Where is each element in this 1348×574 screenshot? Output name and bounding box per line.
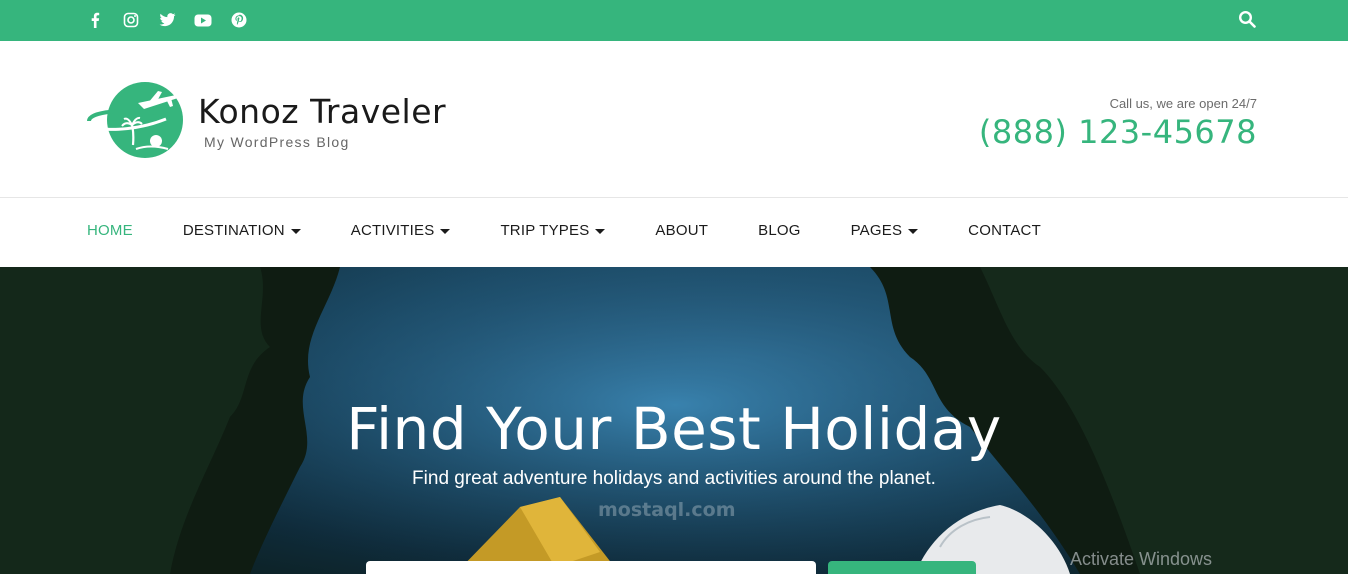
top-bar (0, 0, 1348, 41)
nav-list: HOME DESTINATION ACTIVITIES TRIP TYPES ABOUT… (87, 222, 1091, 239)
nav-item-activities[interactable]: ACTIVITIES (351, 222, 451, 239)
header-contact: Call us, we are open 24/7 (888) 123-4567… (979, 96, 1257, 151)
nav-item-label: ABOUT (655, 222, 709, 239)
main-nav: HOME DESTINATION ACTIVITIES TRIP TYPES ABOUT… (0, 198, 1348, 267)
call-text: Call us, we are open 24/7 (1109, 96, 1257, 111)
nav-item-about[interactable]: ABOUT (655, 222, 708, 239)
nav-item-label: PAGES (850, 222, 903, 239)
hero-subtitle: Find great adventure holidays and activi… (412, 468, 936, 489)
youtube-icon[interactable] (192, 10, 214, 30)
nav-item-trip-types[interactable]: TRIP TYPES (500, 222, 606, 239)
nav-item-destination[interactable]: DESTINATION (183, 222, 301, 239)
hero-title: Find Your Best Holiday (346, 395, 1002, 463)
caret-down-icon (440, 229, 451, 234)
site-tagline: My WordPress Blog (204, 134, 350, 150)
nav-item-home[interactable]: HOME (87, 222, 133, 239)
site-title[interactable]: Konoz Traveler (198, 93, 446, 131)
nav-item-label: CONTACT (968, 222, 1041, 239)
caret-down-icon (595, 229, 606, 234)
caret-down-icon (290, 229, 301, 234)
nav-item-blog[interactable]: BLOG (758, 222, 800, 239)
phone-number[interactable]: (888) 123-45678 (979, 113, 1257, 151)
pinterest-icon[interactable] (228, 10, 250, 30)
watermark: mostaql.com (598, 499, 736, 521)
search-icon[interactable] (1238, 10, 1258, 30)
nav-item-label: TRIP TYPES (500, 222, 590, 239)
site-header: Konoz Traveler My WordPress Blog Call us… (0, 41, 1348, 198)
nav-item-label: BLOG (758, 222, 801, 239)
nav-item-contact[interactable]: CONTACT (968, 222, 1041, 239)
facebook-icon[interactable] (84, 10, 106, 30)
activate-windows-overlay: Activate Windows (1070, 549, 1213, 569)
hero-banner: Find Your Best Holiday Find great advent… (0, 267, 1348, 574)
nav-item-label: DESTINATION (182, 222, 285, 239)
hero-search-input[interactable] (366, 561, 816, 574)
nav-item-label: ACTIVITIES (350, 222, 435, 239)
brand: Konoz Traveler My WordPress Blog (198, 93, 446, 151)
social-links (84, 10, 250, 30)
instagram-icon[interactable] (120, 10, 142, 30)
nav-item-pages[interactable]: PAGES (851, 222, 919, 239)
site-logo[interactable] (86, 81, 184, 159)
nav-item-label: HOME (87, 222, 133, 239)
twitter-icon[interactable] (156, 10, 178, 30)
caret-down-icon (908, 229, 919, 234)
hero-search-button[interactable] (828, 561, 976, 574)
